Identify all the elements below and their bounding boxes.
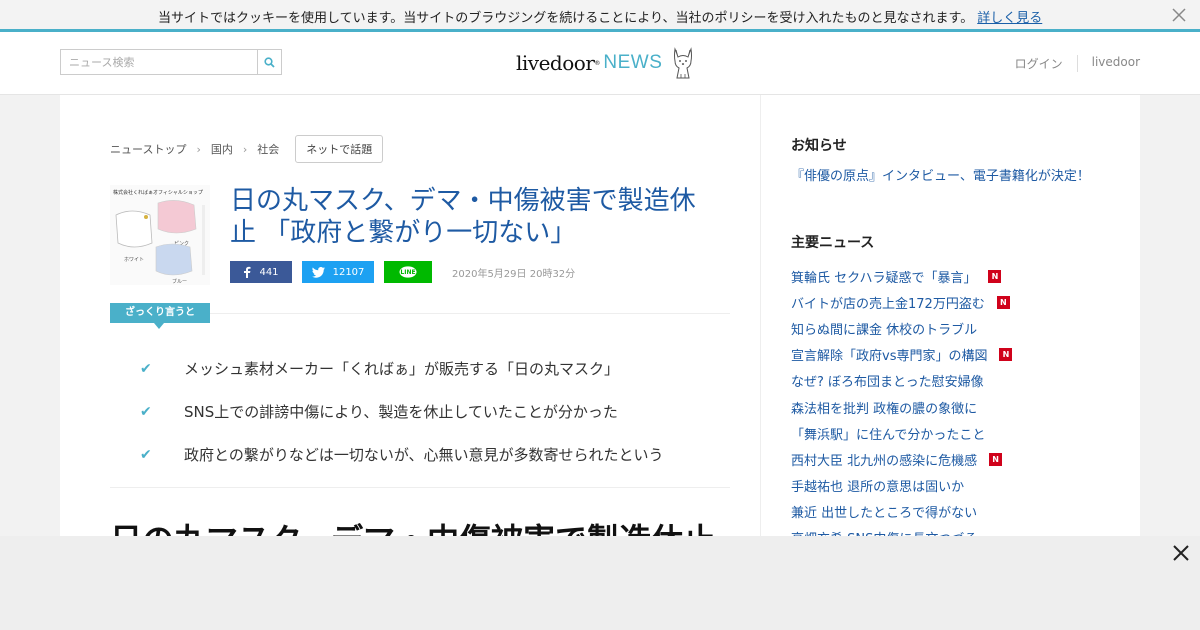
new-badge: N <box>999 348 1013 362</box>
bottom-ad-overlay <box>0 536 1200 630</box>
new-badge: N <box>989 452 1003 466</box>
news-title: 知らぬ間に課金 休校のトラブル <box>791 322 978 338</box>
facebook-icon <box>244 266 251 278</box>
new-badge: N <box>996 295 1010 309</box>
logo-livedoor: livedoor <box>516 51 595 75</box>
twitter-count: 12107 <box>332 266 365 278</box>
checkmark-icon: ✔ <box>140 403 152 420</box>
news-title: なぜ? ぼろ布団まとった慰安婦像 <box>791 375 984 391</box>
summary-bottom-divider <box>110 487 730 488</box>
livedoor-link[interactable]: livedoor <box>1076 55 1140 72</box>
news-title: 兼近 出世したところで得がない <box>791 506 978 522</box>
news-title: バイトが店の売上金172万円盗む <box>791 296 985 312</box>
news-title: 西村大臣 北九州の感染に危機感 <box>791 453 978 469</box>
summary-item: ✔ SNS上での誹謗中傷により、製造を休止していたことが分かった <box>140 390 664 433</box>
dog-mascot-icon <box>674 47 693 79</box>
close-icon[interactable] <box>1170 6 1188 24</box>
search-input[interactable] <box>61 50 258 74</box>
summary-divider <box>210 313 730 314</box>
twitter-share-button[interactable]: 12107 <box>302 261 374 283</box>
thumb-label-blue: ブルー <box>172 278 187 285</box>
summary-list: ✔ メッシュ素材メーカー「くればぁ」が販売する「日の丸マスク」 ✔ SNS上での誹謗… <box>140 347 664 476</box>
line-share-button[interactable]: LINE <box>384 261 432 283</box>
news-item[interactable]: なぜ? ぼろ布団まとった慰安婦像 <box>791 368 1012 394</box>
facebook-count: 441 <box>259 266 279 278</box>
login-link[interactable]: ログイン <box>1001 55 1077 72</box>
news-title: 宣言解除「政府vs専門家」の構図 <box>791 349 988 365</box>
thumb-label-white: ホワイト <box>124 257 144 263</box>
logo-registered: ® <box>594 59 601 67</box>
summary-item: ✔ 政府との繋がりなどは一切ないが、心無い意見が多数寄せられたという <box>140 433 664 476</box>
news-item[interactable]: 手越祐也 退所の意思は固いか <box>791 473 1012 499</box>
news-title: 箕輪氏 セクハラ疑惑で「暴言」 <box>791 270 977 286</box>
breadcrumb-society[interactable]: 社会 <box>257 141 279 157</box>
cookie-more-link[interactable]: 詳しく見る <box>977 11 1042 26</box>
top-news-list: 箕輪氏 セクハラ疑惑で「暴言」 N バイトが店の売上金172万円盗む N 知らぬ間に… <box>791 263 1013 551</box>
share-bar: 441 12107 LINE 2020年5月29日 20時32分 <box>230 261 575 283</box>
news-title: 手越祐也 退所の意思は固いか <box>791 480 965 496</box>
search-icon <box>264 56 275 68</box>
news-item[interactable]: 兼近 出世したところで得がない <box>791 499 1012 525</box>
chevron-right-icon: › <box>196 142 201 156</box>
news-item[interactable]: 箕輪氏 セクハラ疑惑で「暴言」 N <box>791 263 1012 289</box>
logo-news: NEWS <box>603 52 663 73</box>
breadcrumb-top[interactable]: ニューストップ <box>110 141 186 157</box>
close-icon[interactable] <box>1172 544 1190 562</box>
summary-item: ✔ メッシュ素材メーカー「くればぁ」が販売する「日の丸マスク」 <box>140 347 664 390</box>
cookie-text: 当サイトではクッキーを使用しています。当サイトのブラウジングを続けることにより、… <box>158 11 974 26</box>
line-label: LINE <box>400 268 416 276</box>
summary-text: 政府との繋がりなどは一切ないが、心無い意見が多数寄せられたという <box>184 446 664 464</box>
checkmark-icon: ✔ <box>140 446 152 463</box>
news-title: 森法相を批判 政権の膿の象徴に <box>791 401 978 417</box>
new-badge: N <box>988 269 1002 283</box>
header-links: ログイン livedoor <box>1001 55 1140 72</box>
summary-text: SNS上での誹謗中傷により、製造を休止していたことが分かった <box>184 403 618 421</box>
site-header: livedoor® NEWS ログイン livedoor <box>0 32 1200 95</box>
search-button[interactable] <box>257 50 281 74</box>
site-logo[interactable]: livedoor ® NEWS <box>516 45 696 81</box>
topic-tag[interactable]: ネットで話題 <box>295 135 384 163</box>
publish-date: 2020年5月29日 20時32分 <box>452 268 576 280</box>
news-item[interactable]: 「舞浜駅」に住んで分かったこと <box>791 420 1012 446</box>
news-item[interactable]: バイトが店の売上金172万円盗む N <box>791 289 1012 315</box>
summary-label: ざっくり言うと <box>110 303 210 329</box>
news-title: 「舞浜駅」に住んで分かったこと <box>791 427 986 443</box>
facebook-share-button[interactable]: 441 <box>230 261 292 283</box>
news-item[interactable]: 森法相を批判 政権の膿の象徴に <box>791 394 1012 420</box>
thumb-banner: 株式会社くればぁオフィシャルショップ <box>113 189 203 196</box>
breadcrumb-domestic[interactable]: 国内 <box>211 141 233 157</box>
article-thumbnail[interactable]: 株式会社くればぁオフィシャルショップ ピンク ホワイト ブルー <box>110 185 210 285</box>
notice-link[interactable]: 『俳優の原点』インタビュー、電子書籍化が決定！ <box>791 168 1091 185</box>
checkmark-icon: ✔ <box>140 360 152 377</box>
notice-heading: お知らせ <box>791 138 847 154</box>
news-item[interactable]: 宣言解除「政府vs専門家」の構図 N <box>791 342 1013 368</box>
search-box <box>60 49 282 75</box>
chevron-right-icon: › <box>242 142 248 156</box>
summary-text: メッシュ素材メーカー「くればぁ」が販売する「日の丸マスク」 <box>184 360 620 378</box>
breadcrumb: ニューストップ › 国内 › 社会 ネットで話題 <box>110 135 384 163</box>
news-item[interactable]: 西村大臣 北九州の感染に危機感 N <box>791 446 1012 472</box>
cookie-message: 当サイトではクッキーを使用しています。当サイトのブラウジングを続けることにより、… <box>158 7 1042 26</box>
top-news-heading: 主要ニュース <box>791 235 875 251</box>
cookie-bar: 当サイトではクッキーを使用しています。当サイトのブラウジングを続けることにより、… <box>0 0 1200 32</box>
news-item[interactable]: 知らぬ間に課金 休校のトラブル <box>791 315 1012 341</box>
twitter-icon <box>311 266 325 278</box>
article-title: 日の丸マスク、デマ・中傷被害で製造休止 「政府と繋がり一切ない」 <box>230 186 696 248</box>
